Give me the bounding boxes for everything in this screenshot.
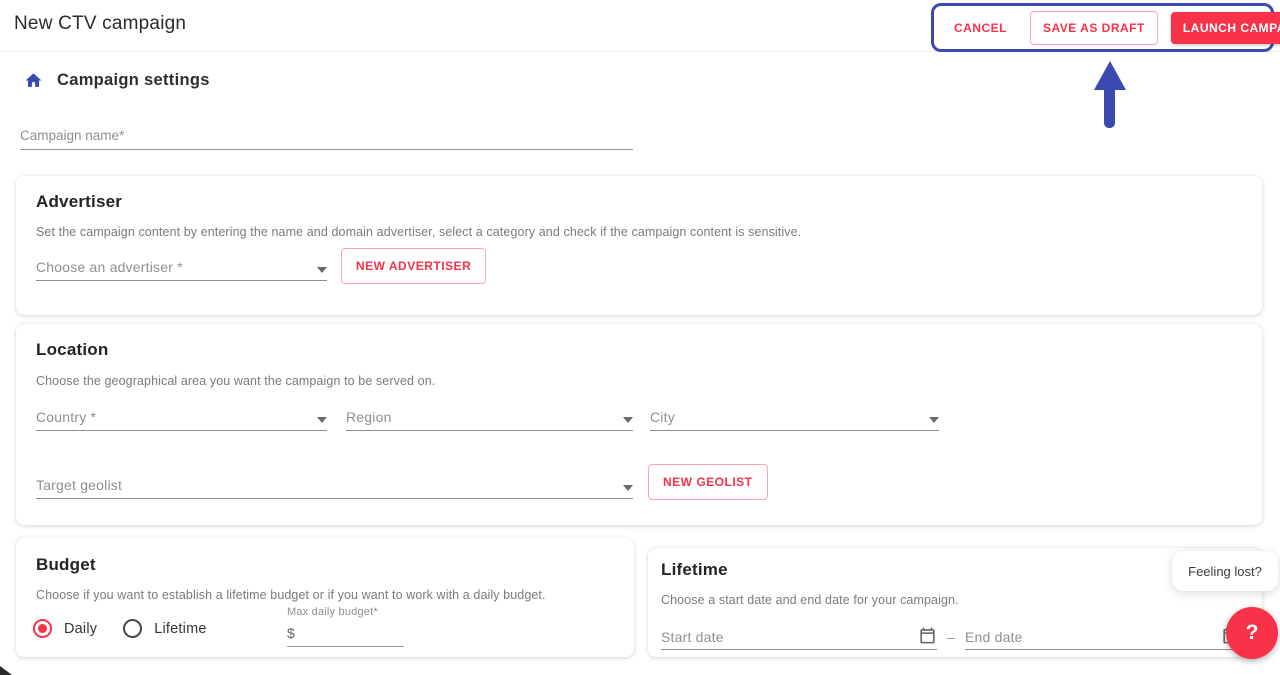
question-mark-icon: ? bbox=[1246, 621, 1259, 645]
campaign-name-input[interactable] bbox=[20, 124, 633, 150]
budget-title: Budget bbox=[36, 555, 96, 575]
chevron-down-icon bbox=[317, 417, 327, 423]
lifetime-description: Choose a start date and end date for you… bbox=[661, 593, 959, 607]
lifetime-card: Lifetime Choose a start date and end dat… bbox=[648, 548, 1262, 657]
header-actions-annotation-box: CANCEL SAVE AS DRAFT LAUNCH CAMPAIGN bbox=[931, 3, 1274, 52]
advertiser-card: Advertiser Set the campaign content by e… bbox=[16, 176, 1262, 315]
start-date-placeholder: Start date bbox=[661, 629, 724, 645]
home-icon bbox=[24, 71, 43, 90]
budget-card: Budget Choose if you want to establish a… bbox=[16, 538, 634, 657]
advertiser-select-placeholder: Choose an advertiser * bbox=[36, 259, 183, 275]
currency-symbol: $ bbox=[287, 625, 295, 641]
campaign-name-field-wrap bbox=[20, 124, 633, 150]
target-geolist-placeholder: Target geolist bbox=[36, 477, 122, 493]
lifetime-radio[interactable] bbox=[123, 619, 142, 638]
location-description: Choose the geographical area you want th… bbox=[36, 374, 435, 388]
max-daily-budget-input[interactable] bbox=[295, 625, 385, 641]
advertiser-description: Set the campaign content by entering the… bbox=[36, 225, 801, 239]
new-ctv-campaign-page: New CTV campaign CANCEL SAVE AS DRAFT LA… bbox=[0, 0, 1280, 675]
chevron-down-icon bbox=[929, 417, 939, 423]
breadcrumb: Campaign settings bbox=[24, 71, 210, 90]
location-card: Location Choose the geographical area yo… bbox=[16, 324, 1262, 525]
arrow-up-icon-stem bbox=[1104, 85, 1115, 128]
launch-campaign-button[interactable]: LAUNCH CAMPAIGN bbox=[1171, 12, 1280, 44]
new-advertiser-button[interactable]: NEW ADVERTISER bbox=[341, 248, 486, 284]
lifetime-title: Lifetime bbox=[661, 560, 728, 580]
budget-radio-group: Daily Lifetime bbox=[33, 619, 207, 638]
chevron-down-icon bbox=[317, 267, 327, 273]
save-as-draft-button[interactable]: SAVE AS DRAFT bbox=[1030, 11, 1158, 45]
page-title: New CTV campaign bbox=[14, 13, 186, 35]
feeling-lost-tooltip: Feeling lost? bbox=[1172, 551, 1278, 591]
date-range-separator: – bbox=[947, 629, 955, 645]
start-date-field[interactable]: Start date bbox=[661, 624, 937, 650]
location-title: Location bbox=[36, 340, 108, 360]
chevron-down-icon bbox=[623, 417, 633, 423]
chevron-down-icon bbox=[623, 485, 633, 491]
advertiser-title: Advertiser bbox=[36, 192, 122, 212]
calendar-icon[interactable] bbox=[918, 626, 937, 645]
max-daily-budget-label: Max daily budget* bbox=[287, 606, 404, 618]
lifetime-radio-label: Lifetime bbox=[154, 621, 206, 637]
country-select-placeholder: Country * bbox=[36, 409, 96, 425]
region-select[interactable]: Region bbox=[346, 406, 633, 431]
cancel-button[interactable]: CANCEL bbox=[944, 13, 1017, 43]
target-geolist-select[interactable]: Target geolist bbox=[36, 474, 633, 499]
region-select-placeholder: Region bbox=[346, 409, 392, 425]
max-daily-budget-field: Max daily budget* $ bbox=[287, 606, 404, 647]
cursor-artifact bbox=[0, 666, 12, 675]
new-geolist-button[interactable]: NEW GEOLIST bbox=[648, 464, 768, 500]
daily-radio[interactable] bbox=[33, 619, 52, 638]
end-date-placeholder: End date bbox=[965, 629, 1023, 645]
end-date-field[interactable]: End date bbox=[965, 624, 1240, 650]
daily-radio-label: Daily bbox=[64, 621, 97, 637]
section-heading: Campaign settings bbox=[57, 71, 210, 90]
city-select-placeholder: City bbox=[650, 409, 675, 425]
help-button[interactable]: ? bbox=[1226, 607, 1278, 659]
budget-description: Choose if you want to establish a lifeti… bbox=[36, 588, 546, 602]
advertiser-select[interactable]: Choose an advertiser * bbox=[36, 256, 327, 281]
country-select[interactable]: Country * bbox=[36, 406, 327, 431]
city-select[interactable]: City bbox=[650, 406, 939, 431]
